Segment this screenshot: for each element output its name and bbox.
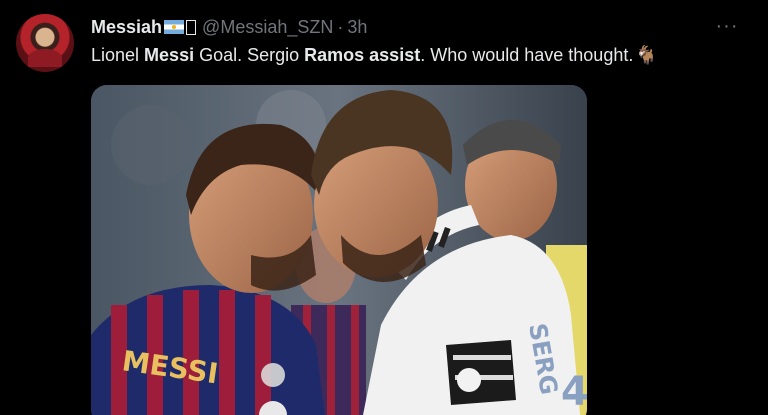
tweet-card[interactable]: Messiah @Messiah_SZN · 3h ··· Lionel Mes… — [0, 0, 768, 415]
tweet-text-part: . Who would have thought. — [420, 45, 634, 65]
handle[interactable]: @Messiah_SZN — [202, 17, 333, 38]
missing-glyph-icon — [186, 19, 197, 35]
display-name[interactable]: Messiah — [91, 17, 162, 38]
more-icon: ··· — [715, 14, 739, 37]
tweet-photo[interactable]: MESSI SERG 4 — [91, 85, 587, 415]
tweet-text-part: Goal. Sergio — [194, 45, 305, 65]
photo-illustration: MESSI SERG 4 — [91, 85, 587, 415]
tweet-text-part: Messi — [144, 45, 195, 65]
tweet-text: Lionel Messi Goal. Sergio Ramos assist. … — [91, 45, 658, 66]
argentina-flag-icon — [164, 20, 185, 34]
ramos-shirt-number: 4 — [561, 369, 587, 415]
timestamp[interactable]: 3h — [347, 17, 367, 38]
tweet-text-part: Ramos assist — [304, 45, 421, 65]
more-options-button[interactable]: ··· — [712, 14, 742, 38]
tweet-text-part: Lionel — [91, 45, 145, 65]
separator-dot: · — [337, 16, 344, 37]
tweet-header: Messiah @Messiah_SZN · 3h — [91, 15, 367, 39]
avatar[interactable] — [16, 14, 74, 72]
goat-icon: 🐐 — [635, 45, 658, 65]
